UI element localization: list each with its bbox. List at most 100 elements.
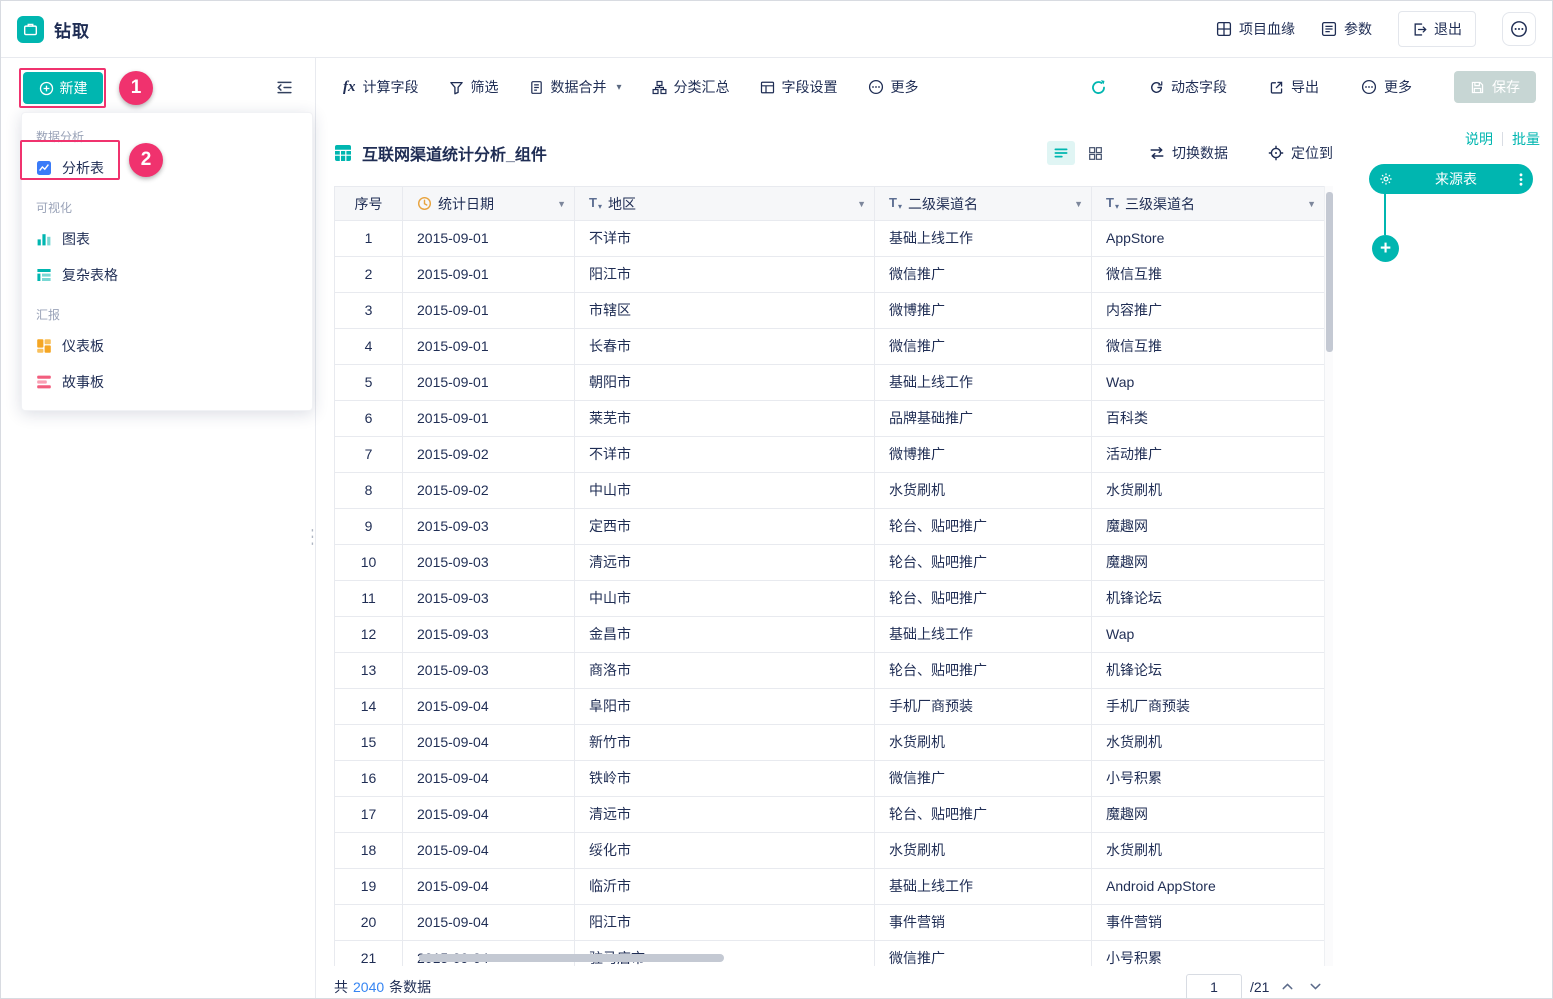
menu-item-label: 分析表 bbox=[62, 160, 104, 176]
node-menu-button[interactable] bbox=[1519, 172, 1523, 187]
previous-page-button[interactable] bbox=[1277, 977, 1297, 997]
table-cell: 微博推广 bbox=[875, 437, 1092, 473]
table-cell: 轮台、贴吧推广 bbox=[875, 653, 1092, 689]
next-page-button[interactable] bbox=[1305, 977, 1325, 997]
table-cell: 7 bbox=[335, 437, 403, 473]
add-node-button[interactable] bbox=[1372, 235, 1399, 262]
table-row[interactable]: 10 2015-09-03 清远市 轮台、贴吧推广 魔趣网 bbox=[334, 545, 1333, 581]
app-window: 钻取 项目血缘 参数 退出 新建 1 数据分析 分析表 可视化 图表 复杂表格 … bbox=[0, 0, 1553, 999]
clock-icon bbox=[417, 196, 432, 211]
table-cell: 不详市 bbox=[575, 221, 875, 257]
menu-item-complex-table[interactable]: 复杂表格 bbox=[22, 257, 312, 293]
table-row[interactable]: 12 2015-09-03 金昌市 基础上线工作 Wap bbox=[334, 617, 1333, 653]
table-cell: 清远市 bbox=[575, 545, 875, 581]
table-row[interactable]: 15 2015-09-04 新竹市 水货刷机 水货刷机 bbox=[334, 725, 1333, 761]
table-cell: 2015-09-04 bbox=[403, 905, 575, 941]
column-header-index[interactable]: 序号 bbox=[335, 187, 403, 221]
switch-data-button[interactable]: 切换数据 bbox=[1149, 143, 1228, 163]
table-row[interactable]: 13 2015-09-03 商洛市 轮台、贴吧推广 机锋论坛 bbox=[334, 653, 1333, 689]
column-header-region[interactable]: 地区 bbox=[575, 187, 875, 221]
table-cell: 微信推广 bbox=[875, 761, 1092, 797]
exit-button[interactable]: 退出 bbox=[1398, 11, 1476, 47]
table-row[interactable]: 3 2015-09-01 市辖区 微博推广 内容推广 bbox=[334, 293, 1333, 329]
menu-item-analysis-table[interactable]: 分析表 bbox=[22, 150, 312, 186]
grid-view-toggle[interactable] bbox=[1081, 141, 1109, 165]
menu-item-storyboard[interactable]: 故事板 bbox=[22, 364, 312, 400]
menu-item-dashboard[interactable]: 仪表板 bbox=[22, 328, 312, 364]
table-cell: 8 bbox=[335, 473, 403, 509]
document-icon bbox=[529, 80, 544, 95]
table-row[interactable]: 7 2015-09-02 不详市 微博推广 活动推广 bbox=[334, 437, 1333, 473]
table-cell: 2015-09-03 bbox=[403, 509, 575, 545]
column-filter-dropdown[interactable] bbox=[1074, 199, 1083, 209]
column-filter-dropdown[interactable] bbox=[857, 199, 866, 209]
vertical-scrollbar-thumb[interactable] bbox=[1326, 192, 1333, 352]
switch-data-label: 切换数据 bbox=[1172, 145, 1228, 161]
table-row[interactable]: 20 2015-09-04 阳江市 事件营销 事件营销 bbox=[334, 905, 1333, 941]
horizontal-scrollbar-thumb[interactable] bbox=[419, 954, 724, 962]
table-cell: 基础上线工作 bbox=[875, 617, 1092, 653]
table-row[interactable]: 18 2015-09-04 绥化市 水货刷机 水货刷机 bbox=[334, 833, 1333, 869]
table-row[interactable]: 14 2015-09-04 阜阳市 手机厂商预装 手机厂商预装 bbox=[334, 689, 1333, 725]
dynamic-field-button[interactable]: 动态字段 bbox=[1149, 77, 1227, 97]
batch-link[interactable]: 批量 bbox=[1512, 129, 1540, 149]
column-header-channel2[interactable]: 二级渠道名 bbox=[875, 187, 1092, 221]
refresh-button[interactable] bbox=[1090, 79, 1107, 96]
vertical-scrollbar[interactable] bbox=[1324, 186, 1333, 966]
table-row[interactable]: 9 2015-09-03 定西市 轮台、贴吧推广 魔趣网 bbox=[334, 509, 1333, 545]
total-prefix: 共 bbox=[334, 978, 348, 995]
collapse-sidebar-icon[interactable] bbox=[276, 79, 293, 96]
project-lineage-button[interactable]: 项目血缘 bbox=[1216, 19, 1295, 39]
table-row[interactable]: 1 2015-09-01 不详市 基础上线工作 AppStore bbox=[334, 221, 1333, 257]
table-cell: 20 bbox=[335, 905, 403, 941]
column-filter-dropdown[interactable] bbox=[1307, 199, 1316, 209]
source-table-node[interactable]: 来源表 bbox=[1369, 164, 1533, 194]
table-row[interactable]: 4 2015-09-01 长春市 微信推广 微信互推 bbox=[334, 329, 1333, 365]
lineage-icon bbox=[1216, 21, 1232, 37]
more-right-button[interactable]: 更多 bbox=[1361, 77, 1412, 97]
table-cell: 水货刷机 bbox=[875, 725, 1092, 761]
export-button[interactable]: 导出 bbox=[1269, 77, 1319, 97]
table-cell: AppStore bbox=[1092, 221, 1325, 257]
table-row[interactable]: 17 2015-09-04 清远市 轮台、贴吧推广 魔趣网 bbox=[334, 797, 1333, 833]
note-link[interactable]: 说明 bbox=[1465, 129, 1493, 149]
table-cell: 阳江市 bbox=[575, 257, 875, 293]
filter-button[interactable]: 筛选 bbox=[449, 77, 499, 97]
column-header-channel3[interactable]: 三级渠道名 bbox=[1092, 187, 1325, 221]
table-cell: Android AppStore bbox=[1092, 869, 1325, 905]
table-cell: 莱芜市 bbox=[575, 401, 875, 437]
table-cell: 14 bbox=[335, 689, 403, 725]
table-row[interactable]: 16 2015-09-04 铁岭市 微信推广 小号积累 bbox=[334, 761, 1333, 797]
table-cell: 2015-09-01 bbox=[403, 329, 575, 365]
page-number-input[interactable] bbox=[1186, 973, 1242, 998]
column-filter-dropdown[interactable] bbox=[557, 199, 566, 209]
table-row[interactable]: 6 2015-09-01 莱芜市 品牌基础推广 百科类 bbox=[334, 401, 1333, 437]
table-row[interactable]: 5 2015-09-01 朝阳市 基础上线工作 Wap bbox=[334, 365, 1333, 401]
new-button-label: 新建 bbox=[59, 80, 88, 96]
table-row[interactable]: 8 2015-09-02 中山市 水货刷机 水货刷机 bbox=[334, 473, 1333, 509]
field-settings-button[interactable]: 字段设置 bbox=[760, 77, 838, 97]
right-panel-links: 说明 批量 bbox=[1465, 129, 1540, 149]
table-row[interactable]: 2 2015-09-01 阳江市 微信推广 微信互推 bbox=[334, 257, 1333, 293]
data-merge-button[interactable]: 数据合并 bbox=[529, 77, 622, 97]
params-button[interactable]: 参数 bbox=[1321, 19, 1372, 39]
gear-icon bbox=[1379, 172, 1393, 186]
sidebar-resize-handle[interactable]: ⋮ bbox=[306, 525, 319, 549]
table-cell: 15 bbox=[335, 725, 403, 761]
text-field-icon bbox=[889, 196, 902, 211]
table-row[interactable]: 19 2015-09-04 临沂市 基础上线工作 Android AppStore bbox=[334, 869, 1333, 905]
more-left-button[interactable]: 更多 bbox=[868, 77, 919, 97]
calc-field-button[interactable]: fx 计算字段 bbox=[343, 77, 419, 97]
header-more-button[interactable] bbox=[1502, 12, 1536, 46]
save-button[interactable]: 保存 bbox=[1454, 71, 1536, 103]
category-summary-button[interactable]: 分类汇总 bbox=[652, 77, 730, 97]
new-button[interactable]: 新建 bbox=[23, 72, 103, 104]
table-cell: 21 bbox=[335, 941, 403, 966]
list-view-toggle[interactable] bbox=[1047, 141, 1075, 165]
menu-item-chart[interactable]: 图表 bbox=[22, 221, 312, 257]
locate-button[interactable]: 定位到 bbox=[1268, 143, 1333, 163]
table-cell: 轮台、贴吧推广 bbox=[875, 797, 1092, 833]
column-header-date[interactable]: 统计日期 bbox=[403, 187, 575, 221]
table-cell: 4 bbox=[335, 329, 403, 365]
table-row[interactable]: 11 2015-09-03 中山市 轮台、贴吧推广 机锋论坛 bbox=[334, 581, 1333, 617]
